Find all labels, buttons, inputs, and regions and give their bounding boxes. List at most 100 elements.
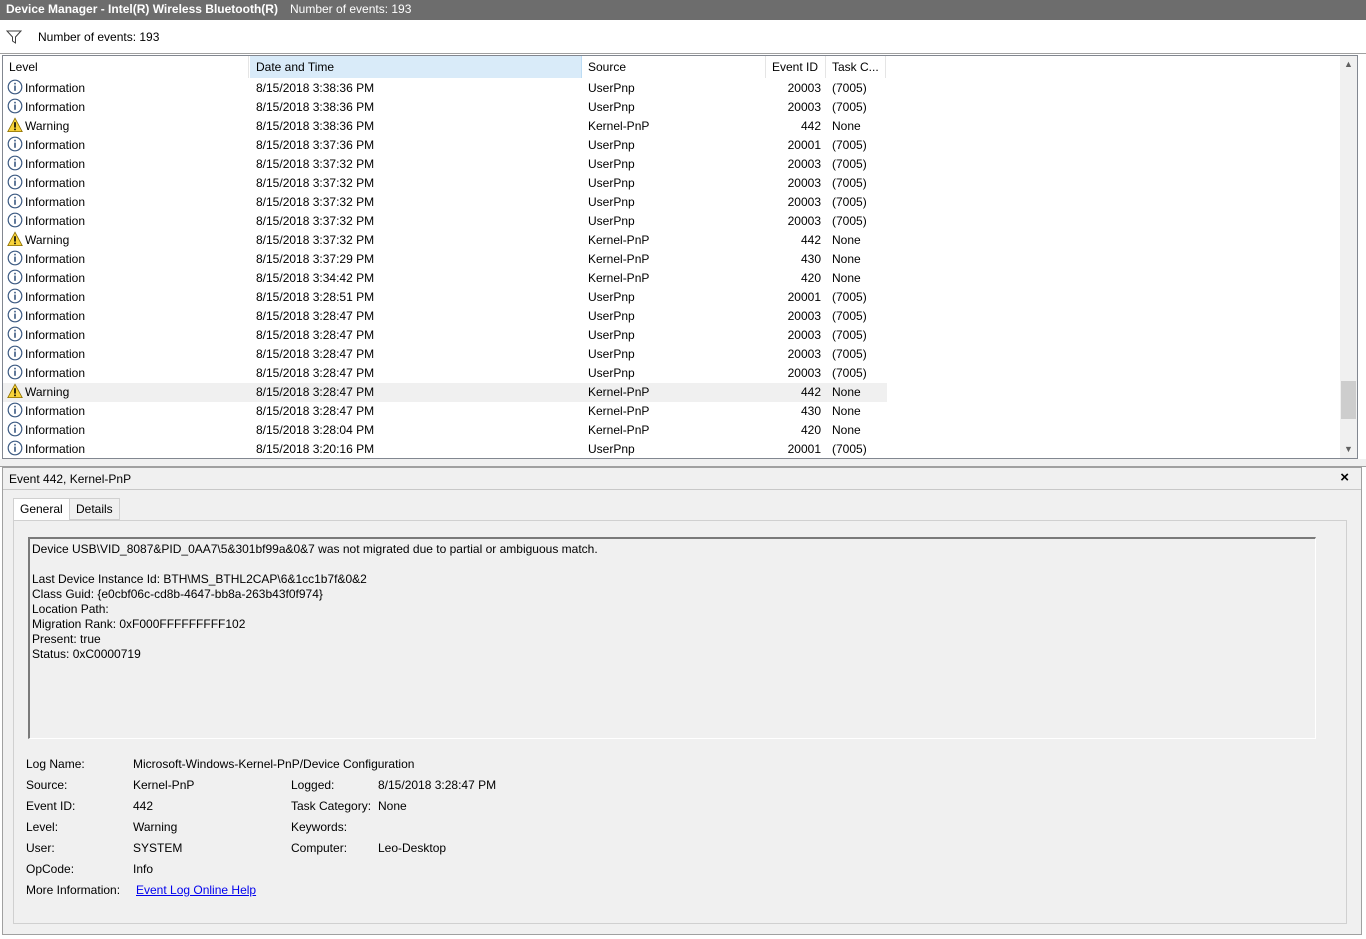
information-icon [7, 307, 23, 323]
date-cell: 8/15/2018 3:28:47 PM [256, 307, 576, 326]
date-cell-text: 8/15/2018 3:28:47 PM [256, 309, 375, 323]
date-cell: 8/15/2018 3:28:51 PM [256, 288, 576, 307]
event-row[interactable]: Information 8/15/2018 3:38:36 PM UserPnp 20… [3, 98, 1339, 117]
event-row[interactable]: Warning 8/15/2018 3:38:36 PM Kernel-PnP 442… [3, 117, 1339, 136]
level-cell: Information [7, 440, 247, 458]
event-row[interactable]: Information 8/15/2018 3:37:32 PM UserPnp 20… [3, 174, 1339, 193]
tab-details[interactable]: Details [69, 498, 120, 520]
detail-header: Event 442, Kernel-PnP × [3, 468, 1361, 490]
event-id-cell-text: 442 [800, 385, 821, 399]
source-cell-text: Kernel-PnP [588, 404, 650, 418]
level-cell-text: Information [25, 366, 86, 380]
date-cell: 8/15/2018 3:38:36 PM [256, 117, 576, 136]
event-id-cell-text: 420 [800, 423, 821, 437]
date-cell-text: 8/15/2018 3:28:47 PM [256, 347, 375, 361]
level-cell: Information [7, 364, 247, 383]
event-row[interactable]: Information 8/15/2018 3:28:47 PM UserPnp 20… [3, 326, 1339, 345]
event-id-cell-text: 20003 [787, 81, 821, 95]
event-row[interactable]: Information 8/15/2018 3:37:32 PM UserPnp 20… [3, 155, 1339, 174]
event-row[interactable]: Information 8/15/2018 3:28:47 PM UserPnp 20… [3, 364, 1339, 383]
date-cell-text: 8/15/2018 3:37:29 PM [256, 252, 375, 266]
event-row[interactable]: Information 8/15/2018 3:37:32 PM UserPnp 20… [3, 193, 1339, 212]
event-row[interactable]: Information 8/15/2018 3:28:47 PM UserPnp 20… [3, 345, 1339, 364]
pane-splitter[interactable] [0, 459, 1366, 467]
date-cell-text: 8/15/2018 3:28:47 PM [256, 385, 375, 399]
event-row[interactable]: Information 8/15/2018 3:28:47 PM UserPnp 20… [3, 307, 1339, 326]
title-bar: Device Manager - Intel(R) Wireless Bluet… [0, 0, 1366, 20]
task-category-cell-text: (7005) [832, 347, 867, 361]
source-cell-text: UserPnp [588, 81, 635, 95]
event-message[interactable]: Device USB\VID_8087&PID_0AA7\5&301bf99a&… [28, 537, 1316, 739]
source-cell-text: UserPnp [588, 309, 635, 323]
event-row[interactable]: Information 8/15/2018 3:28:04 PM Kernel-Pn… [3, 421, 1339, 440]
event-row[interactable]: Warning 8/15/2018 3:37:32 PM Kernel-PnP 442… [3, 231, 1339, 250]
event-id-cell-text: 442 [800, 119, 821, 133]
scroll-up-icon[interactable]: ▲ [1340, 56, 1357, 73]
level-cell: Warning [7, 383, 247, 402]
level-cell: Warning [7, 117, 247, 136]
event-row[interactable]: Information 8/15/2018 3:38:36 PM UserPnp 20… [3, 79, 1339, 98]
event-id-value: 442 [133, 799, 154, 813]
event-id-cell-text: 20003 [787, 347, 821, 361]
source-cell-text: UserPnp [588, 442, 635, 456]
event-row[interactable]: Information 8/15/2018 3:28:47 PM Kernel-Pn… [3, 402, 1339, 421]
scroll-thumb[interactable] [1341, 381, 1356, 419]
task-category-cell-text: None [832, 385, 861, 399]
source-cell-text: Kernel-PnP [588, 252, 650, 266]
information-icon [7, 98, 23, 114]
date-cell: 8/15/2018 3:38:36 PM [256, 98, 576, 117]
date-cell-text: 8/15/2018 3:37:32 PM [256, 214, 375, 228]
filter-icon[interactable] [6, 29, 22, 45]
level-cell-text: Information [25, 138, 86, 152]
date-cell-text: 8/15/2018 3:38:36 PM [256, 81, 375, 95]
event-id-cell: 442 [767, 383, 821, 402]
task-category-cell: (7005) [832, 174, 887, 193]
event-id-cell-text: 20003 [787, 195, 821, 209]
level-cell-text: Information [25, 214, 86, 228]
event-row[interactable]: Information 8/15/2018 3:20:16 PM UserPnp 20… [3, 440, 1339, 458]
event-row[interactable]: Warning 8/15/2018 3:28:47 PM Kernel-PnP 442… [3, 383, 1339, 402]
level-cell: Information [7, 212, 247, 231]
event-id-cell: 20003 [767, 212, 821, 231]
close-icon[interactable]: × [1340, 469, 1349, 486]
user-label: User: [26, 841, 55, 855]
information-icon [7, 174, 23, 190]
task-category-cell: (7005) [832, 326, 887, 345]
column-header-level[interactable]: Level [3, 56, 249, 78]
level-cell: Warning [7, 231, 247, 250]
event-row[interactable]: Information 8/15/2018 3:37:32 PM UserPnp 20… [3, 212, 1339, 231]
vertical-scrollbar[interactable]: ▲ ▼ [1340, 56, 1357, 458]
detail-title: Event 442, Kernel-PnP [9, 472, 132, 486]
task-category-cell-text: (7005) [832, 138, 867, 152]
event-id-cell-text: 20001 [787, 442, 821, 456]
event-row[interactable]: Information 8/15/2018 3:34:42 PM Kernel-Pn… [3, 269, 1339, 288]
event-id-cell-text: 442 [800, 233, 821, 247]
column-header-date[interactable]: Date and Time [250, 56, 582, 78]
column-header-event-id[interactable]: Event ID [766, 56, 826, 78]
event-list[interactable]: Level Date and Time Source Event ID Task… [2, 55, 1358, 459]
level-cell-text: Warning [25, 385, 70, 399]
column-header-task-category[interactable]: Task C... [826, 56, 886, 78]
event-log-online-help-link[interactable]: Event Log Online Help [136, 883, 256, 897]
event-id-cell: 20003 [767, 345, 821, 364]
information-icon [7, 345, 23, 361]
task-category-cell: (7005) [832, 307, 887, 326]
filter-summary: Number of events: 193 [38, 30, 160, 44]
level-cell-text: Information [25, 404, 86, 418]
tab-general[interactable]: General [13, 498, 70, 521]
information-icon [7, 288, 23, 304]
source-cell: Kernel-PnP [588, 117, 763, 136]
event-row[interactable]: Information 8/15/2018 3:37:36 PM UserPnp 20… [3, 136, 1339, 155]
event-id-cell-text: 20003 [787, 214, 821, 228]
level-cell-text: Information [25, 252, 86, 266]
event-row[interactable]: Information 8/15/2018 3:37:29 PM Kernel-Pn… [3, 250, 1339, 269]
event-detail-pane: Event 442, Kernel-PnP × General Details … [2, 467, 1362, 935]
task-category-cell: (7005) [832, 364, 887, 383]
date-cell: 8/15/2018 3:37:32 PM [256, 174, 576, 193]
date-cell-text: 8/15/2018 3:28:47 PM [256, 328, 375, 342]
event-id-cell-text: 20003 [787, 176, 821, 190]
scroll-down-icon[interactable]: ▼ [1340, 441, 1357, 458]
level-cell: Information [7, 98, 247, 117]
column-header-source[interactable]: Source [582, 56, 766, 78]
event-row[interactable]: Information 8/15/2018 3:28:51 PM UserPnp 20… [3, 288, 1339, 307]
